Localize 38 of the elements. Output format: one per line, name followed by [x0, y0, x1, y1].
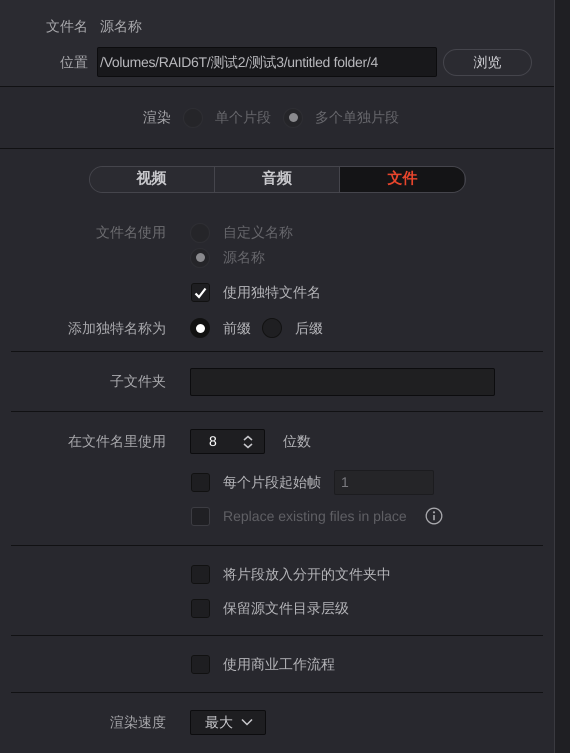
browse-button[interactable]: 浏览 — [443, 48, 532, 76]
checkmark-icon — [194, 286, 207, 298]
field-label: 渲染速度 — [110, 714, 166, 730]
location-field[interactable]: /Volumes/RAID6T/测试2/测试3/untitled folder/4 — [97, 47, 437, 77]
field-label: 在文件名里使用 — [68, 433, 166, 449]
chevron-down-icon — [241, 718, 253, 726]
digits-spinner[interactable]: 8 — [190, 429, 265, 454]
render-speed-dropdown[interactable]: 最大 — [190, 710, 266, 734]
radio-label: 后缀 — [295, 318, 323, 338]
checkbox[interactable] — [191, 564, 210, 584]
field-label: 位置 — [60, 54, 88, 70]
radio-label: 单个片段 — [215, 108, 271, 127]
file-name-value: 源名称 — [100, 16, 142, 36]
field-label: 文件名使用 — [96, 224, 166, 240]
radio-label: 源名称 — [223, 248, 265, 267]
checkbox-label: 使用独特文件名 — [223, 283, 321, 302]
info-icon[interactable] — [424, 507, 443, 525]
radio-label: 自定义名称 — [223, 223, 293, 242]
checkbox[interactable] — [191, 654, 210, 674]
radio-label: 多个单独片段 — [315, 108, 399, 127]
checkbox[interactable] — [191, 283, 210, 302]
field-label: 添加独特名称为 — [68, 320, 166, 336]
checkbox-label: 每个片段起始帧 — [223, 472, 321, 492]
checkbox-label: 将片段放入分开的文件夹中 — [223, 564, 391, 584]
checkbox[interactable] — [191, 472, 210, 492]
subfolder-field[interactable] — [190, 368, 495, 396]
radio-button[interactable] — [262, 318, 282, 338]
radio-button[interactable] — [190, 318, 210, 338]
field-label: 文件名 — [46, 18, 88, 34]
field-label: 子文件夹 — [110, 373, 166, 389]
tab[interactable]: 文件 — [339, 167, 464, 192]
radio-label: 前缀 — [223, 318, 251, 338]
checkbox-label: 保留源文件目录层级 — [223, 598, 349, 618]
checkbox[interactable] — [191, 598, 210, 618]
digits-unit: 位数 — [283, 432, 311, 451]
checkbox-label: 使用商业工作流程 — [223, 654, 335, 674]
field-label: 渲染 — [143, 108, 171, 127]
stepper-icon — [242, 434, 254, 448]
